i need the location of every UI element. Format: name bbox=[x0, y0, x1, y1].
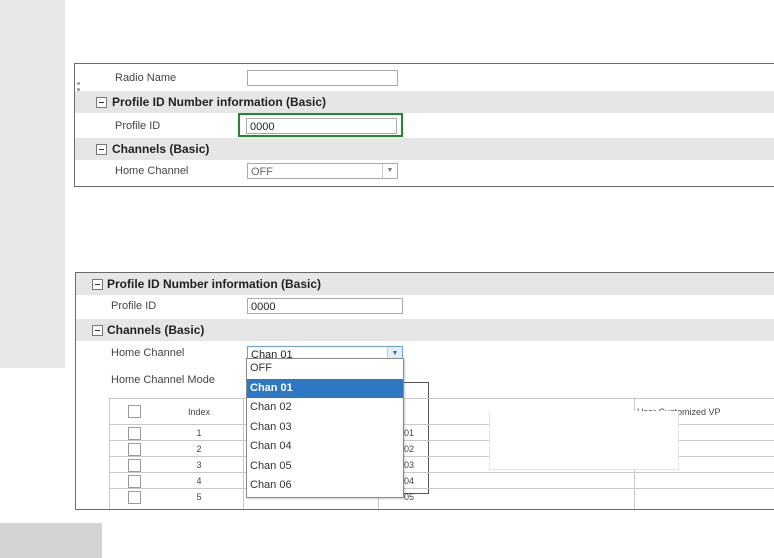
home-channel-row: Home Channel Chan 01 ▼ bbox=[76, 342, 774, 365]
top-settings-panel: Radio Name Profile ID Number information… bbox=[74, 63, 774, 187]
home-channel-label: Home Channel bbox=[115, 165, 189, 177]
profile-id-row: Profile ID 0000 bbox=[75, 113, 774, 139]
profile-id-input[interactable]: 0000 bbox=[247, 298, 403, 314]
home-channel-mode-label: Home Channel Mode bbox=[111, 374, 215, 386]
section-profile-id[interactable]: Profile ID Number information (Basic) bbox=[75, 91, 774, 113]
row-index: 3 bbox=[196, 460, 202, 470]
row-checkbox[interactable] bbox=[128, 459, 141, 472]
dropdown-option[interactable]: Chan 02 bbox=[247, 398, 403, 418]
home-channel-dropdown-list[interactable]: OFF Chan 01 Chan 02 Chan 03 Chan 04 Chan… bbox=[246, 358, 404, 498]
collapse-icon[interactable] bbox=[92, 279, 103, 290]
row-checkbox[interactable] bbox=[128, 475, 141, 488]
section-channels[interactable]: Channels (Basic) bbox=[75, 138, 774, 160]
home-channel-select[interactable]: OFF ▼ bbox=[247, 163, 398, 179]
profile-id-row: Profile ID 0000 bbox=[76, 295, 774, 318]
home-channel-label: Home Channel bbox=[111, 347, 185, 359]
dropdown-option[interactable]: Chan 05 bbox=[247, 457, 403, 477]
section-title: Profile ID Number information (Basic) bbox=[112, 95, 327, 109]
section-title: Profile ID Number information (Basic) bbox=[107, 277, 322, 291]
dropdown-option-selected[interactable]: Chan 01 bbox=[247, 378, 403, 398]
profile-id-label: Profile ID bbox=[115, 120, 161, 132]
row-checkbox[interactable] bbox=[128, 443, 141, 456]
row-index: 4 bbox=[196, 476, 202, 486]
profile-id-label: Profile ID bbox=[111, 300, 157, 312]
bottom-tab bbox=[0, 523, 102, 558]
dropdown-option[interactable]: Chan 04 bbox=[247, 437, 403, 457]
dropdown-option[interactable]: Chan 03 bbox=[247, 418, 403, 438]
home-channel-row: Home Channel OFF ▼ bbox=[75, 160, 774, 183]
row-checkbox[interactable] bbox=[128, 491, 141, 504]
dropdown-option[interactable]: Chan 06 bbox=[247, 476, 403, 496]
column-header-index: Index bbox=[187, 407, 211, 417]
bottom-settings-panel: Profile ID Number information (Basic) Pr… bbox=[75, 272, 774, 510]
section-profile-id[interactable]: Profile ID Number information (Basic) bbox=[76, 273, 774, 295]
overlay-box bbox=[489, 411, 679, 470]
profile-id-input[interactable]: 0000 bbox=[246, 118, 397, 134]
row-index: 2 bbox=[196, 444, 202, 454]
section-channels[interactable]: Channels (Basic) bbox=[76, 319, 774, 341]
collapse-icon[interactable] bbox=[96, 144, 107, 155]
collapse-icon[interactable] bbox=[96, 97, 107, 108]
chevron-down-icon[interactable]: ▼ bbox=[382, 164, 397, 178]
radio-name-input[interactable] bbox=[247, 70, 398, 86]
section-title: Channels (Basic) bbox=[107, 323, 205, 337]
channel-table: Index User Customized VP 1 01 2 02 3 03 … bbox=[109, 398, 774, 509]
dropdown-option[interactable]: OFF bbox=[247, 359, 403, 379]
section-title: Channels (Basic) bbox=[112, 142, 210, 156]
radio-name-row: Radio Name bbox=[75, 67, 774, 90]
row-checkbox[interactable] bbox=[128, 427, 141, 440]
row-index: 5 bbox=[196, 492, 202, 502]
side-tab bbox=[0, 0, 65, 368]
select-all-checkbox[interactable] bbox=[128, 405, 141, 418]
row-index: 1 bbox=[196, 428, 202, 438]
home-channel-value: OFF bbox=[251, 166, 273, 178]
radio-name-label: Radio Name bbox=[115, 72, 177, 84]
collapse-icon[interactable] bbox=[92, 325, 103, 336]
